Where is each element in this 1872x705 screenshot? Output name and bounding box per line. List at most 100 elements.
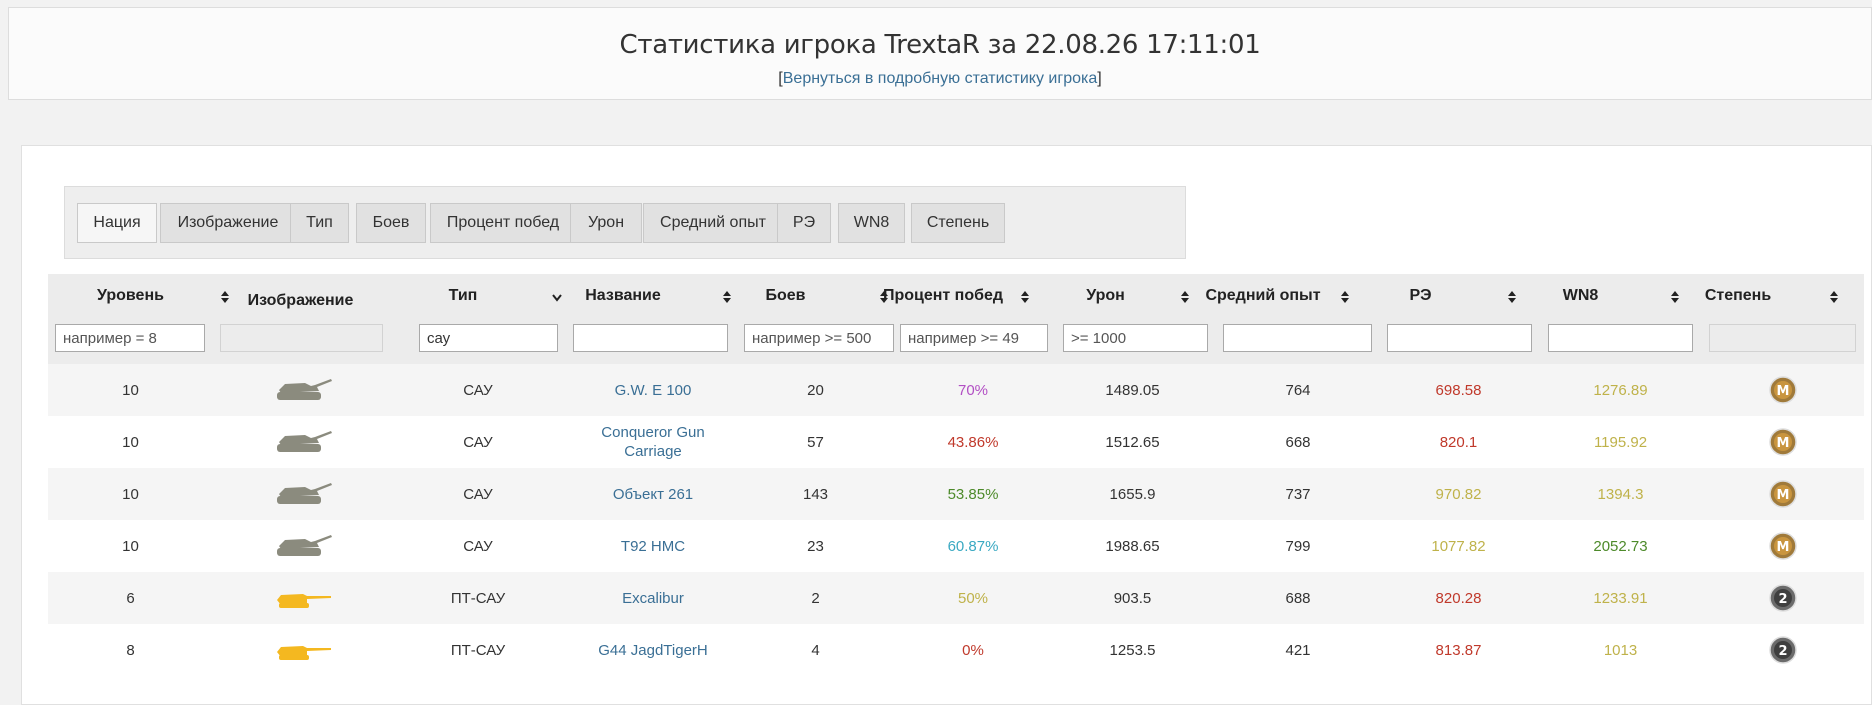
sort-both-icon[interactable]: [1340, 290, 1350, 304]
level-filter-input[interactable]: [55, 324, 205, 352]
sort-both-icon[interactable]: [1670, 290, 1680, 304]
cell-wn8: 1013: [1603, 641, 1638, 659]
damage-filter-input[interactable]: [1063, 324, 1208, 352]
second-class-medal-icon: 2: [1769, 584, 1797, 612]
vehicles-table: Уровень Изображение Тип Название Боев Пр…: [48, 274, 1864, 676]
name-filter-input[interactable]: [573, 324, 728, 352]
sort-both-icon[interactable]: [1020, 290, 1030, 304]
cell-vehicle-name[interactable]: G44 JagdTigerH: [578, 624, 728, 676]
header-wn8[interactable]: WN8: [1508, 274, 1653, 317]
cell-winrate: 53.85%: [947, 485, 999, 503]
master-medal-icon: M: [1769, 532, 1797, 560]
header-mastery[interactable]: Степень: [1663, 274, 1813, 317]
cell-battles: 23: [807, 537, 824, 555]
cell-damage: 903.5: [1113, 589, 1152, 607]
spg-grey-icon: [276, 535, 332, 556]
cell-battles: 4: [811, 641, 820, 659]
cell-level: 10: [122, 433, 139, 451]
table-row: 10 САУ Conqueror Gun Carriage 57 43.86% …: [48, 416, 1864, 468]
cell-type: САУ: [463, 485, 493, 503]
column-toggle-bar: Нация Изображение Тип Боев Процент побед…: [64, 186, 1186, 259]
toggle-battles-button[interactable]: Боев: [356, 203, 426, 243]
svg-text:M: M: [1777, 436, 1790, 451]
cell-wn8: 1394.3: [1597, 485, 1644, 503]
cell-battles: 20: [807, 381, 824, 399]
header-damage[interactable]: Урон: [1033, 274, 1178, 317]
toggle-wn8-button[interactable]: WN8: [838, 203, 905, 243]
toggle-re-button[interactable]: РЭ: [777, 203, 831, 243]
header-type[interactable]: Тип: [393, 274, 533, 317]
header-level[interactable]: Уровень: [48, 274, 213, 317]
cell-vehicle-name[interactable]: T92 HMC: [578, 520, 728, 572]
cell-winrate: 70%: [957, 381, 989, 399]
toggle-mastery-button[interactable]: Степень: [911, 203, 1005, 243]
sort-both-icon[interactable]: [722, 290, 732, 304]
xp-filter-input[interactable]: [1223, 324, 1372, 352]
table-row: 10 САУ Объект 261 143 53.85% 1655.9 737 …: [48, 468, 1864, 520]
cell-mastery: M: [1708, 416, 1858, 468]
header-image: Изображение: [247, 291, 354, 309]
cell-mastery: 2: [1708, 624, 1858, 676]
table-row: 6 ПТ-САУ Excalibur 2 50% 903.5 688 820.2…: [48, 572, 1864, 624]
cell-level: 10: [122, 537, 139, 555]
cell-image: [220, 572, 383, 624]
cell-vehicle-name[interactable]: Объект 261: [578, 468, 728, 520]
cell-mastery: M: [1708, 468, 1858, 520]
back-bracket-close: ]: [1097, 70, 1102, 87]
winrate-filter-input[interactable]: [900, 324, 1048, 352]
cell-vehicle-name[interactable]: G.W. E 100: [578, 364, 728, 416]
cell-wn8: 1195.92: [1593, 433, 1648, 451]
cell-image: [220, 468, 383, 520]
cell-vehicle-name[interactable]: Conqueror Gun Carriage: [578, 416, 728, 468]
sort-both-icon[interactable]: [879, 290, 889, 304]
toggle-damage-button[interactable]: Урон: [570, 203, 642, 243]
sort-both-icon[interactable]: [1829, 290, 1839, 304]
header-winrate[interactable]: Процент побед: [868, 274, 1018, 317]
spg-grey-icon: [276, 483, 332, 504]
cell-damage: 1253.5: [1109, 641, 1156, 659]
sort-both-icon[interactable]: [1180, 290, 1190, 304]
td-gold-icon: [276, 646, 331, 660]
battles-filter-input[interactable]: [744, 324, 894, 352]
cell-wn8: 1233.91: [1593, 589, 1648, 607]
cell-winrate: 43.86%: [947, 433, 999, 451]
back-to-stats-link[interactable]: Вернуться в подробную статистику игрока: [783, 70, 1097, 87]
cell-re: 1077.82: [1431, 537, 1486, 555]
toggle-winrate-button[interactable]: Процент побед: [430, 203, 576, 243]
spg-grey-icon: [276, 379, 332, 400]
svg-text:2: 2: [1778, 644, 1787, 659]
cell-avg-xp: 668: [1285, 433, 1311, 451]
cell-type: САУ: [463, 381, 493, 399]
cell-damage: 1489.05: [1105, 381, 1160, 399]
cell-vehicle-name[interactable]: Excalibur: [578, 572, 728, 624]
cell-wn8: 2052.73: [1593, 537, 1648, 555]
page-title: Статистика игрока TrextaR за 22.08.26 17…: [619, 30, 1261, 60]
cell-level: 10: [122, 485, 139, 503]
table-row: 8 ПТ-САУ G44 JagdTigerH 4 0% 1253.5 421 …: [48, 624, 1864, 676]
re-filter-input[interactable]: [1387, 324, 1532, 352]
toggle-image-button[interactable]: Изображение: [160, 203, 296, 243]
toggle-avg-xp-button[interactable]: Средний опыт: [643, 203, 783, 243]
sort-desc-icon[interactable]: [552, 290, 562, 304]
table-row: 10 САУ T92 HMC 23 60.87% 1988.65 799 107…: [48, 520, 1864, 572]
header-re[interactable]: РЭ: [1348, 274, 1493, 317]
cell-re: 698.58: [1435, 381, 1482, 399]
toggle-type-button[interactable]: Тип: [290, 203, 349, 243]
type-filter-input[interactable]: [419, 324, 558, 352]
back-line: [Вернуться в подробную статистику игрока…: [9, 70, 1871, 88]
cell-image: [220, 624, 383, 676]
toggle-nation-button[interactable]: Нация: [77, 203, 157, 243]
cell-image: [220, 364, 383, 416]
td-gold-icon: [276, 594, 331, 608]
table-header: Уровень Изображение Тип Название Боев Пр…: [48, 274, 1864, 364]
sort-both-icon[interactable]: [220, 290, 230, 304]
cell-re: 820.28: [1435, 589, 1482, 607]
header-name[interactable]: Название: [543, 274, 703, 317]
second-class-medal-icon: 2: [1769, 636, 1797, 664]
header-avg-xp[interactable]: Средний опыт: [1188, 274, 1338, 317]
wn8-filter-input[interactable]: [1548, 324, 1693, 352]
cell-avg-xp: 764: [1285, 381, 1311, 399]
sort-both-icon[interactable]: [1507, 290, 1517, 304]
cell-image: [220, 416, 383, 468]
cell-type: ПТ-САУ: [450, 589, 506, 607]
